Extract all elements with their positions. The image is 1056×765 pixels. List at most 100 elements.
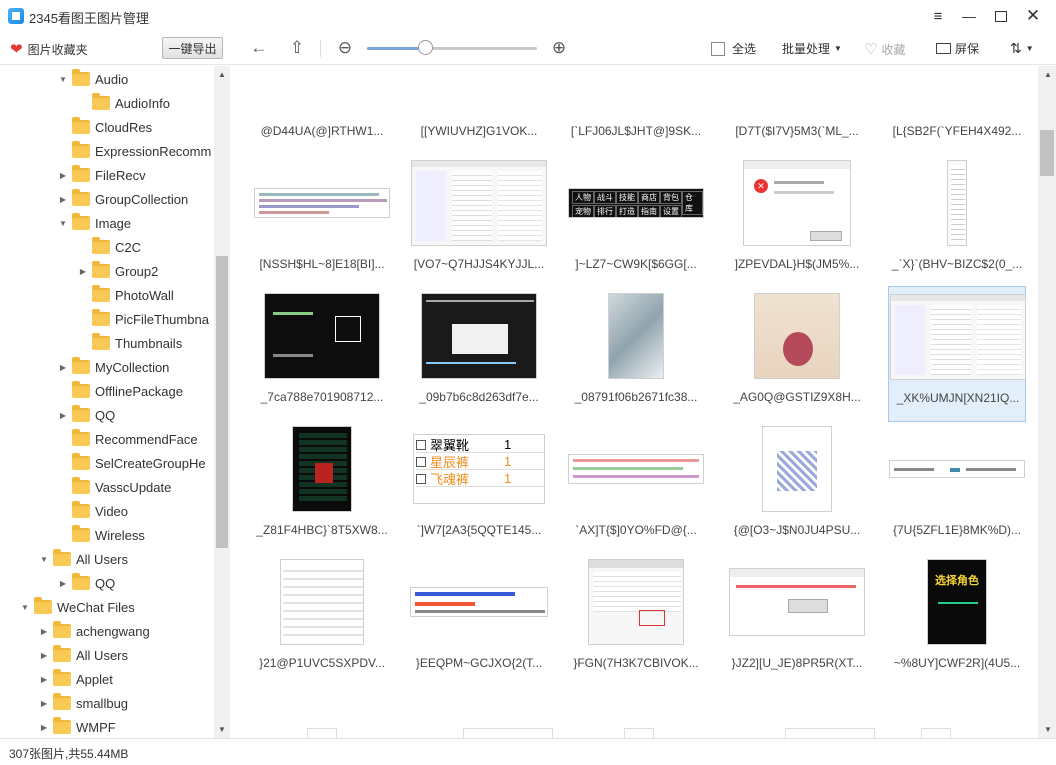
tree-item[interactable]: ▶ MyCollection [58,355,169,379]
partial-thumbnail[interactable] [307,728,337,738]
tree-item[interactable]: ▶ Applet [39,667,113,691]
collapsed-arrow-icon[interactable]: ▶ [39,723,49,732]
tree-item[interactable]: ▶ QQ [58,571,115,595]
back-arrow-icon[interactable]: ← [247,37,271,59]
image-thumbnail[interactable]: _08791f06b2671fc38... [567,286,705,422]
grid-scrollbar-thumb[interactable] [1040,130,1054,176]
minimize-button[interactable]: — [958,6,980,26]
image-thumbnail[interactable]: _09b7b6c8d263df7e... [410,286,548,422]
expanded-arrow-icon[interactable]: ▼ [20,603,30,612]
sidebar-scrollbar-thumb[interactable] [216,256,228,548]
tree-item[interactable]: ▶ GroupCollection [58,187,188,211]
collapsed-arrow-icon[interactable]: ▶ [58,363,68,372]
image-thumbnail[interactable]: }JZ2][U_JE)8PR5R(XT... [728,552,866,688]
partial-thumbnail[interactable] [921,728,951,738]
image-thumbnail[interactable]: {7U{5ZFL1E}8MK%D)... [888,419,1026,555]
image-thumbnail[interactable]: _XK%UMJN[XN21IQ... [888,286,1026,422]
tree-item[interactable]: ExpressionRecomm [58,139,211,163]
sort-dropdown[interactable]: ⇅ ▼ [1010,40,1034,57]
scroll-down-icon[interactable]: ▼ [214,721,230,737]
image-thumbnail[interactable]: [`LFJ06JL$JHT@]9SK... [567,66,705,156]
tree-item[interactable]: PhotoWall [78,283,174,307]
zoom-in-icon[interactable]: ⊕ [547,37,571,59]
collapsed-arrow-icon[interactable]: ▶ [39,675,49,684]
collapsed-arrow-icon[interactable]: ▶ [58,411,68,420]
tree-item[interactable]: Video [58,499,128,523]
collapsed-arrow-icon[interactable]: ▶ [58,195,68,204]
tree-item[interactable]: ▶ QQ [58,403,115,427]
batch-process-dropdown[interactable]: 批量处理 ▼ [782,40,842,57]
image-thumbnail[interactable]: _`X}`(BHV~BIZC$2(0_... [888,153,1026,289]
collapsed-arrow-icon[interactable]: ▶ [39,651,49,660]
tree-item[interactable]: ▶ All Users [39,643,128,667]
tree-item[interactable]: ▶ achengwang [39,619,150,643]
menu-icon[interactable]: ≡ [927,6,949,26]
image-thumbnail[interactable]: 商家专属特惠 [[YWIUVHZ]G1VOK... [410,66,548,156]
screensaver-button[interactable]: 屏保 [936,40,979,57]
collapsed-arrow-icon[interactable]: ▶ [58,171,68,180]
thumbnail-filename: _08791f06b2671fc38... [574,390,698,404]
zoom-out-icon[interactable]: ⊖ [333,37,357,59]
batch-label: 批量处理 [782,42,831,56]
collect-button[interactable]: ♡ 收藏 [864,40,905,58]
tree-item[interactable]: ▼ WeChat Files [20,595,135,619]
tree-item[interactable]: SelCreateGroupHe [58,451,206,475]
select-all-checkbox[interactable]: 全选 [711,40,756,57]
export-button[interactable]: 一键导出 [162,37,223,59]
close-button[interactable]: ✕ [1022,6,1044,26]
tree-item[interactable]: Thumbnails [78,331,182,355]
image-thumbnail[interactable]: ✕]ZPEVDAL}H$(JM5%... [728,153,866,289]
tree-item[interactable]: CloudRes [58,115,152,139]
image-thumbnail[interactable]: _Z81F4HBC}`8T5XW8... [253,419,391,555]
image-thumbnail[interactable]: [NSSH$HL~8]E18[BI]... [253,153,391,289]
thumbnail-filename: [NSSH$HL~8]E18[BI]... [259,257,385,271]
image-thumbnail[interactable]: _AG0Q@GSTIZ9X8H... [728,286,866,422]
tree-item[interactable]: ▶ FileRecv [58,163,146,187]
up-folder-icon[interactable]: ⇧ [285,37,309,59]
image-thumbnail[interactable]: [VO7~Q7HJJS4KYJJL... [410,153,548,289]
maximize-button[interactable] [990,6,1012,26]
tree-item[interactable]: OfflinePackage [58,379,183,403]
collapsed-arrow-icon[interactable]: ▶ [58,579,68,588]
image-thumbnail[interactable]: 选择角色 ~%8UY]CWF2R](4U5... [888,552,1026,688]
tree-item-label: Group2 [115,263,159,279]
expanded-arrow-icon[interactable]: ▼ [58,219,68,228]
tree-item[interactable]: ▶ WMPF [39,715,116,738]
tree-item[interactable]: RecommendFace [58,427,198,451]
partial-thumbnail[interactable] [624,728,654,738]
partial-thumbnail[interactable] [463,728,553,738]
tree-item[interactable]: VasscUpdate [58,475,171,499]
tree-item[interactable]: PicFileThumbna [78,307,209,331]
collapsed-arrow-icon[interactable]: ▶ [39,627,49,636]
tree-item[interactable]: ▼ Image [58,211,131,235]
image-thumbnail[interactable]: 人物 战斗 技能 商店 背包 仓库 宠物 排行 打造 指南 设置]~LZ7~CW9K[$6GG[..… [567,153,705,289]
image-thumbnail[interactable]: 翠翼靴 1 星辰裤 1 飞魂裤 1 `]W7[2A3{5QQTE145... [410,419,548,555]
image-thumbnail[interactable]: {@[O3~J$N0JU4PSU... [728,419,866,555]
image-thumbnail[interactable]: `AX]T{$]0YO%FD@{... [567,419,705,555]
collapsed-arrow-icon[interactable]: ▶ [39,699,49,708]
expanded-arrow-icon[interactable]: ▼ [39,555,49,564]
scroll-down-icon[interactable]: ▼ [1040,721,1056,737]
tree-item[interactable]: AudioInfo [78,91,170,115]
folder-icon [72,501,90,518]
image-thumbnail[interactable]: @D44UA(@]RTHW1... [253,66,391,156]
image-thumbnail[interactable]: }21@P1UVC5SXPDV... [253,552,391,688]
tree-item[interactable]: ▼ All Users [39,547,128,571]
image-thumbnail[interactable]: _7ca788e701908712... [253,286,391,422]
partial-thumbnail[interactable] [785,728,875,738]
zoom-slider-handle[interactable] [418,40,433,55]
tree-item[interactable]: ▼ Audio [58,67,128,91]
image-thumbnail[interactable]: }EEQPM~GCJXO{2(T... [410,552,548,688]
tree-item[interactable]: C2C [78,235,141,259]
tree-item[interactable]: ▶ Group2 [78,259,158,283]
scroll-up-icon[interactable]: ▲ [1040,66,1056,82]
collapsed-arrow-icon[interactable]: ▶ [78,267,88,276]
expanded-arrow-icon[interactable]: ▼ [58,75,68,84]
favorites-button[interactable]: ❤ 图片收藏夹 [10,40,88,58]
scroll-up-icon[interactable]: ▲ [214,66,230,82]
image-thumbnail[interactable]: [L{SB2F(`YFEH4X492... [888,66,1026,156]
image-thumbnail[interactable]: }FGN(7H3K7CBIVOK... [567,552,705,688]
tree-item[interactable]: ▶ smallbug [39,691,128,715]
image-thumbnail[interactable]: [D7T($I7V}5M3(`ML_... [728,66,866,156]
tree-item[interactable]: Wireless [58,523,145,547]
